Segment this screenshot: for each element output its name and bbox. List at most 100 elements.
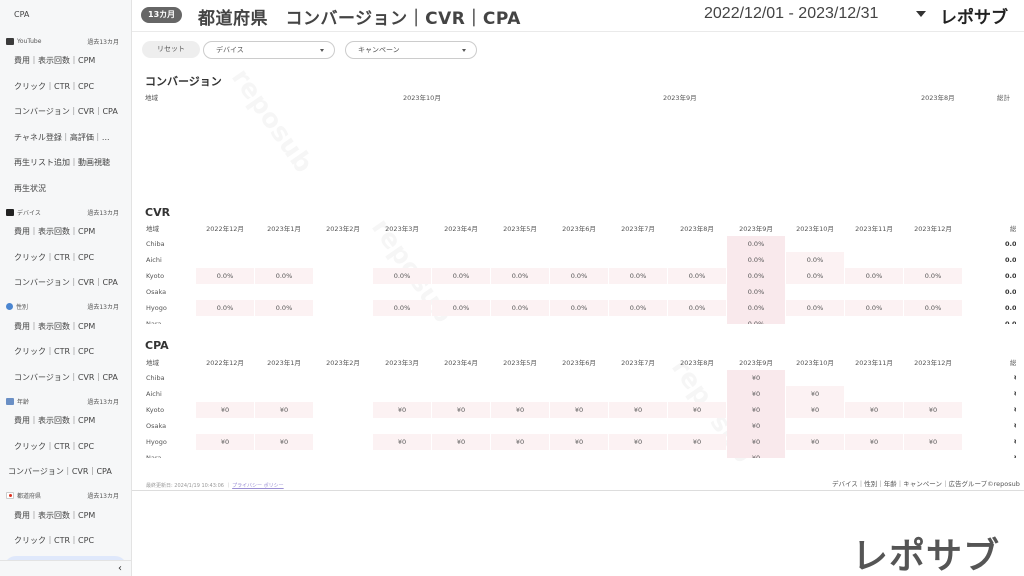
sidebar-item-youtube-conversion[interactable]: コンバージョン｜CVR｜CPA	[0, 99, 131, 125]
campaign-select[interactable]: キャンペーン	[345, 41, 477, 59]
value-cell	[668, 316, 726, 324]
value-cell: ¥0	[786, 386, 844, 402]
value-cell	[255, 450, 313, 458]
total-cell: ¥0	[963, 402, 1016, 418]
table-row: Chiba ¥0 ¥0	[145, 370, 1016, 386]
month-header: 2023年5月	[503, 225, 537, 233]
caret-down-icon[interactable]	[916, 11, 926, 17]
value-cell	[314, 386, 372, 402]
section-period: 過去13カ月	[87, 493, 119, 500]
table-row: Osaka 0.0% 0.0%	[145, 284, 1016, 300]
footer-nav[interactable]: デバイス｜性別｜年齢｜キャンペーン｜広告グループ©reposub	[832, 478, 1022, 488]
value-cell	[314, 434, 372, 450]
region-cell: Chiba	[146, 374, 165, 382]
value-cell: ¥0	[550, 402, 608, 418]
sidebar-item-device-conversion[interactable]: コンバージョン｜CVR｜CPA	[0, 270, 131, 296]
value-cell: ¥0	[491, 434, 549, 450]
device-select[interactable]: デバイス	[203, 41, 335, 59]
sidebar-item-youtube-playlist[interactable]: 再生リスト追加｜動画視聴	[0, 150, 131, 176]
value-cell	[786, 370, 844, 386]
month-header: 2023年6月	[562, 359, 596, 367]
region-cell: Osaka	[146, 422, 167, 430]
value-cell: 0.0%	[786, 252, 844, 268]
sidebar-item-prefecture-click[interactable]: クリック｜CTR｜CPC	[0, 528, 131, 554]
sidebar-item-gender-conversion[interactable]: コンバージョン｜CVR｜CPA	[0, 365, 131, 391]
value-cell: 0.0%	[727, 252, 785, 268]
sidebar-item-youtube-playback[interactable]: 再生状況	[0, 176, 131, 202]
value-cell	[314, 300, 372, 316]
sidebar-item-device-cost[interactable]: 費用｜表示回数｜CPM	[0, 219, 131, 245]
value-cell	[255, 284, 313, 300]
value-cell	[491, 236, 549, 252]
total-header: 総計	[1010, 359, 1016, 367]
value-cell: ¥0	[668, 402, 726, 418]
sidebar-item-gender-click[interactable]: クリック｜CTR｜CPC	[0, 339, 131, 365]
month-header: 2023年1月	[267, 359, 301, 367]
value-cell	[550, 252, 608, 268]
value-cell: 0.0%	[609, 268, 667, 284]
value-cell	[550, 418, 608, 434]
table-row: Chiba 0.0% 0.0%	[145, 236, 1016, 252]
sidebar-item-age-cost[interactable]: 費用｜表示回数｜CPM	[0, 408, 131, 434]
sidebar-item-device-click[interactable]: クリック｜CTR｜CPC	[0, 245, 131, 271]
value-cell: ¥0	[786, 434, 844, 450]
value-cell	[373, 418, 431, 434]
section-label: デバイス	[17, 209, 41, 217]
sidebar-item-youtube-cost[interactable]: 費用｜表示回数｜CPM	[0, 48, 131, 74]
value-cell	[196, 450, 254, 458]
sidebar-item-age-conversion[interactable]: コンバージョン｜CVR｜CPA	[0, 459, 131, 485]
value-cell: ¥0	[727, 402, 785, 418]
value-cell	[196, 418, 254, 434]
value-cell: ¥0	[904, 434, 962, 450]
sidebar-collapse-button[interactable]: ‹	[0, 560, 131, 576]
reset-button[interactable]: リセット	[142, 41, 200, 58]
value-cell	[609, 252, 667, 268]
value-cell	[845, 316, 903, 324]
sidebar-item-prefecture-cost[interactable]: 費用｜表示回数｜CPM	[0, 503, 131, 529]
sidebar-section-youtube: YouTube 過去13カ月	[0, 34, 131, 48]
value-cell	[432, 450, 490, 458]
region-header: 地域	[146, 225, 159, 233]
sidebar-item-youtube-click[interactable]: クリック｜CTR｜CPC	[0, 74, 131, 100]
total-header: 総計	[1010, 225, 1016, 233]
value-cell: ¥0	[373, 434, 431, 450]
value-cell	[550, 370, 608, 386]
value-cell	[668, 386, 726, 402]
month-header: 2023年2月	[326, 359, 360, 367]
value-cell	[786, 450, 844, 458]
value-cell	[845, 236, 903, 252]
sidebar-section-device: デバイス 過去13カ月	[0, 205, 131, 219]
value-cell	[196, 370, 254, 386]
cvr-table: 地域 2022年12月 2023年1月 2023年2月 2023年3月 2023年4月 20…	[144, 220, 1016, 324]
value-cell	[609, 284, 667, 300]
sidebar-section-gender: 性別 過去13カ月	[0, 300, 131, 314]
sidebar-item-age-click[interactable]: クリック｜CTR｜CPC	[0, 434, 131, 460]
total-cell: ¥0	[963, 434, 1016, 450]
privacy-link[interactable]: プライバシー ポリシー	[232, 483, 284, 489]
month-header: 2023年10月	[403, 94, 441, 102]
region-cell: Nara	[146, 454, 162, 458]
value-cell	[609, 386, 667, 402]
month-header: 2023年11月	[855, 225, 893, 233]
month-header: 2023年4月	[444, 225, 478, 233]
value-cell	[845, 370, 903, 386]
caret-down-icon	[320, 49, 324, 52]
value-cell: ¥0	[786, 402, 844, 418]
value-cell	[255, 252, 313, 268]
sidebar-item-gender-cost[interactable]: 費用｜表示回数｜CPM	[0, 314, 131, 340]
value-cell	[314, 402, 372, 418]
value-cell	[786, 284, 844, 300]
date-range-picker[interactable]: 2022/12/01 - 2023/12/31	[704, 5, 878, 23]
value-cell	[373, 316, 431, 324]
month-header: 2023年5月	[503, 359, 537, 367]
value-cell	[314, 450, 372, 458]
section-label: 年齢	[17, 398, 30, 406]
month-header: 2023年3月	[385, 225, 419, 233]
value-cell: 0.0%	[196, 300, 254, 316]
sidebar-item-cpa[interactable]: CPA	[0, 0, 131, 30]
value-cell: 0.0%	[255, 300, 313, 316]
value-cell	[550, 386, 608, 402]
value-cell	[196, 316, 254, 324]
watermark: reposub	[225, 63, 318, 178]
sidebar-item-youtube-channel[interactable]: チャネル登録｜高評価｜...	[0, 125, 131, 151]
